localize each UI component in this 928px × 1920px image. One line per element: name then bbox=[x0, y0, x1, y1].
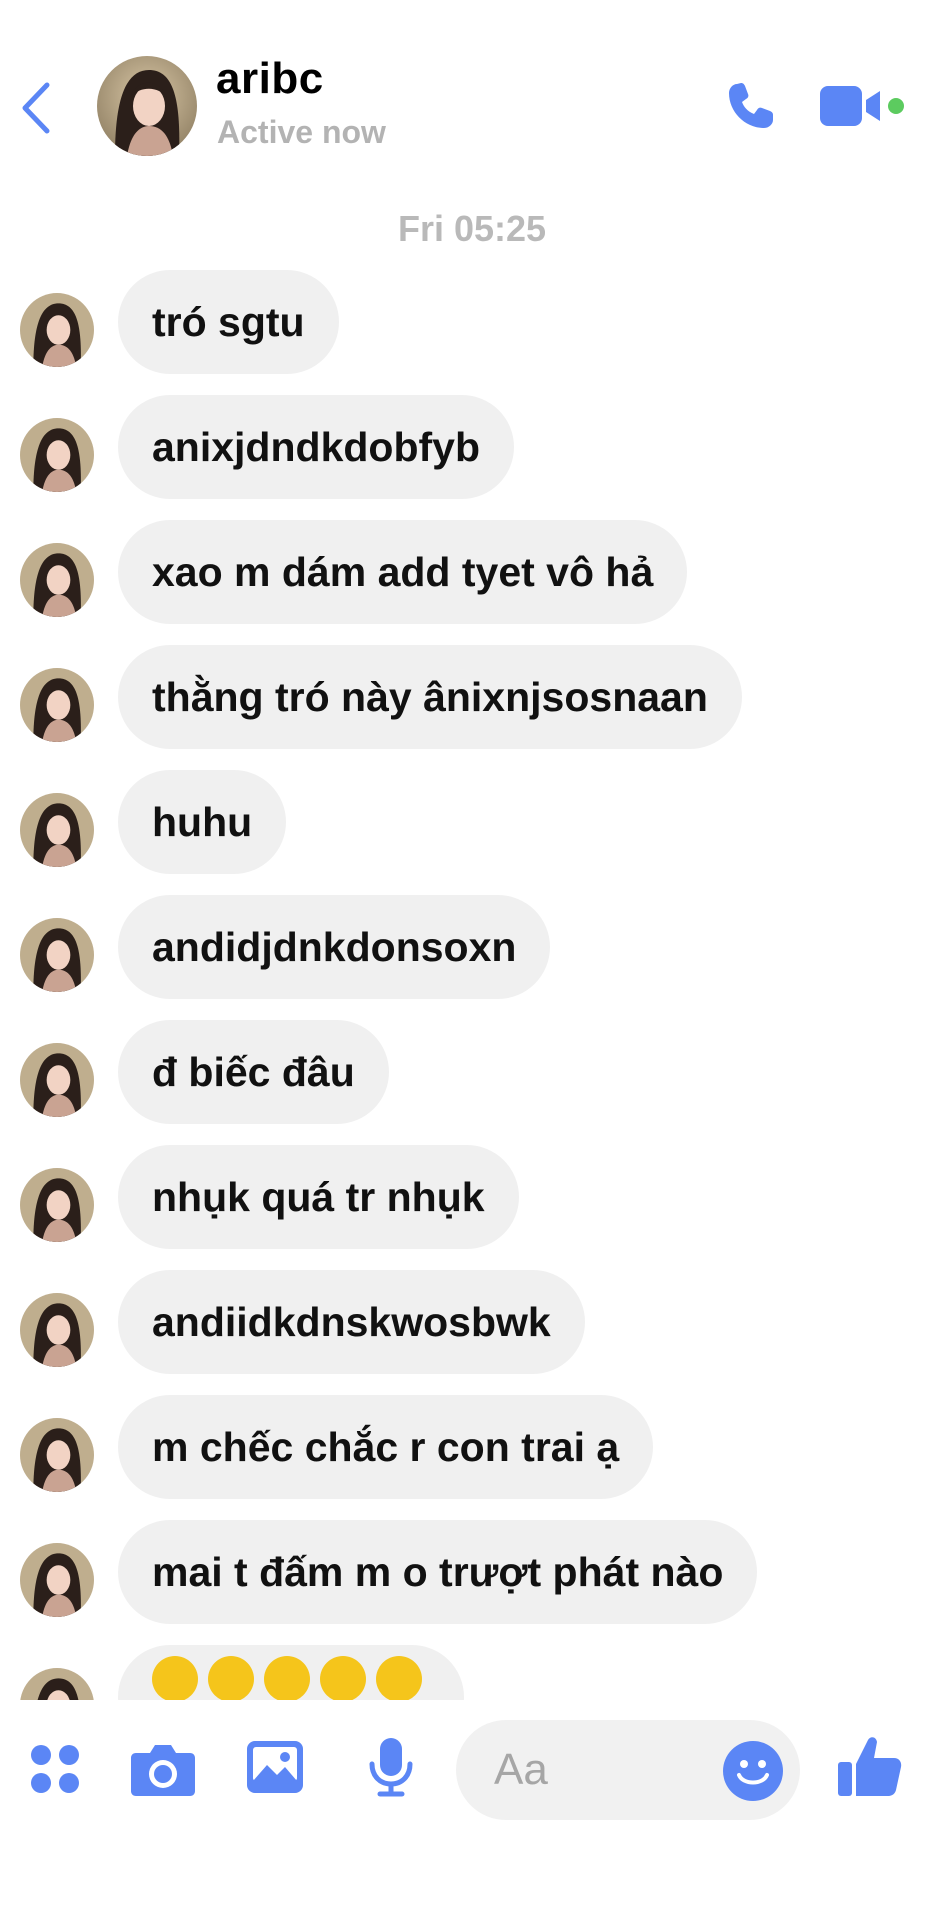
neutral-face-icon bbox=[320, 1656, 366, 1700]
message-bubble[interactable]: m chếc chắc r con trai ạ bbox=[118, 1395, 654, 1499]
message-row: huhu bbox=[0, 770, 928, 874]
message-row: mai t đấm m o trượt phát nào bbox=[0, 1520, 928, 1624]
neutral-face-icon bbox=[208, 1656, 254, 1700]
sender-avatar[interactable] bbox=[20, 543, 94, 617]
thumbs-up-icon bbox=[838, 1737, 902, 1796]
message-input[interactable] bbox=[494, 1744, 714, 1796]
message-bubble[interactable]: thằng tró này ânixnjsosnaan bbox=[118, 645, 742, 749]
message-bubble[interactable]: mai t đấm m o trượt phát nào bbox=[118, 1520, 758, 1624]
message-bubble[interactable]: nhụk quá tr nhụk bbox=[118, 1145, 519, 1249]
message-row: tró sgtu bbox=[0, 270, 928, 374]
camera-icon bbox=[131, 1745, 195, 1796]
messenger-chat-screen: aribc Active now Fri 05:25 tró sgtu anix… bbox=[0, 0, 928, 1920]
emoji-button[interactable] bbox=[722, 1740, 784, 1802]
message-row bbox=[0, 1645, 928, 1700]
composer-bar bbox=[0, 1702, 928, 1920]
neutral-face-icon bbox=[264, 1656, 310, 1700]
sender-avatar[interactable] bbox=[20, 1043, 94, 1117]
apps-grid-icon bbox=[31, 1745, 79, 1793]
emoji-group bbox=[152, 1656, 422, 1700]
message-bubble[interactable]: anixjdndkdobfyb bbox=[118, 395, 514, 499]
message-list[interactable]: tró sgtu anixjdndkdobfyb xao m dám add t… bbox=[0, 0, 928, 1700]
emoji-icon bbox=[723, 1741, 783, 1801]
neutral-face-icon bbox=[152, 1656, 198, 1700]
message-bubble-emoji[interactable] bbox=[118, 1645, 464, 1700]
sender-avatar[interactable] bbox=[20, 668, 94, 742]
sender-avatar[interactable] bbox=[20, 1168, 94, 1242]
sender-avatar[interactable] bbox=[20, 293, 94, 367]
message-bubble[interactable]: tró sgtu bbox=[118, 270, 339, 374]
microphone-icon bbox=[369, 1738, 413, 1797]
message-bubble[interactable]: andidjdnkdonsoxn bbox=[118, 895, 551, 999]
voice-message-button[interactable] bbox=[356, 1732, 426, 1802]
sender-avatar[interactable] bbox=[20, 1543, 94, 1617]
apps-button[interactable] bbox=[20, 1734, 90, 1804]
message-row: đ biếc đâu bbox=[0, 1020, 928, 1124]
neutral-face-icon bbox=[376, 1656, 422, 1700]
camera-button[interactable] bbox=[128, 1734, 198, 1804]
like-button[interactable] bbox=[836, 1732, 904, 1800]
message-composer bbox=[456, 1720, 800, 1820]
sender-avatar[interactable] bbox=[20, 1668, 94, 1700]
image-icon bbox=[247, 1741, 303, 1793]
message-bubble[interactable]: andiidkdnskwosbwk bbox=[118, 1270, 585, 1374]
message-row: thằng tró này ânixnjsosnaan bbox=[0, 645, 928, 749]
sender-avatar[interactable] bbox=[20, 1293, 94, 1367]
message-bubble[interactable]: huhu bbox=[118, 770, 287, 874]
message-bubble[interactable]: xao m dám add tyet vô hả bbox=[118, 520, 688, 624]
gallery-button[interactable] bbox=[240, 1732, 310, 1802]
message-row: andiidkdnskwosbwk bbox=[0, 1270, 928, 1374]
message-row: m chếc chắc r con trai ạ bbox=[0, 1395, 928, 1499]
message-row: andidjdnkdonsoxn bbox=[0, 895, 928, 999]
message-bubble[interactable]: đ biếc đâu bbox=[118, 1020, 389, 1124]
message-row: xao m dám add tyet vô hả bbox=[0, 520, 928, 624]
message-row: nhụk quá tr nhụk bbox=[0, 1145, 928, 1249]
sender-avatar[interactable] bbox=[20, 918, 94, 992]
sender-avatar[interactable] bbox=[20, 793, 94, 867]
sender-avatar[interactable] bbox=[20, 1418, 94, 1492]
message-row: anixjdndkdobfyb bbox=[0, 395, 928, 499]
sender-avatar[interactable] bbox=[20, 418, 94, 492]
